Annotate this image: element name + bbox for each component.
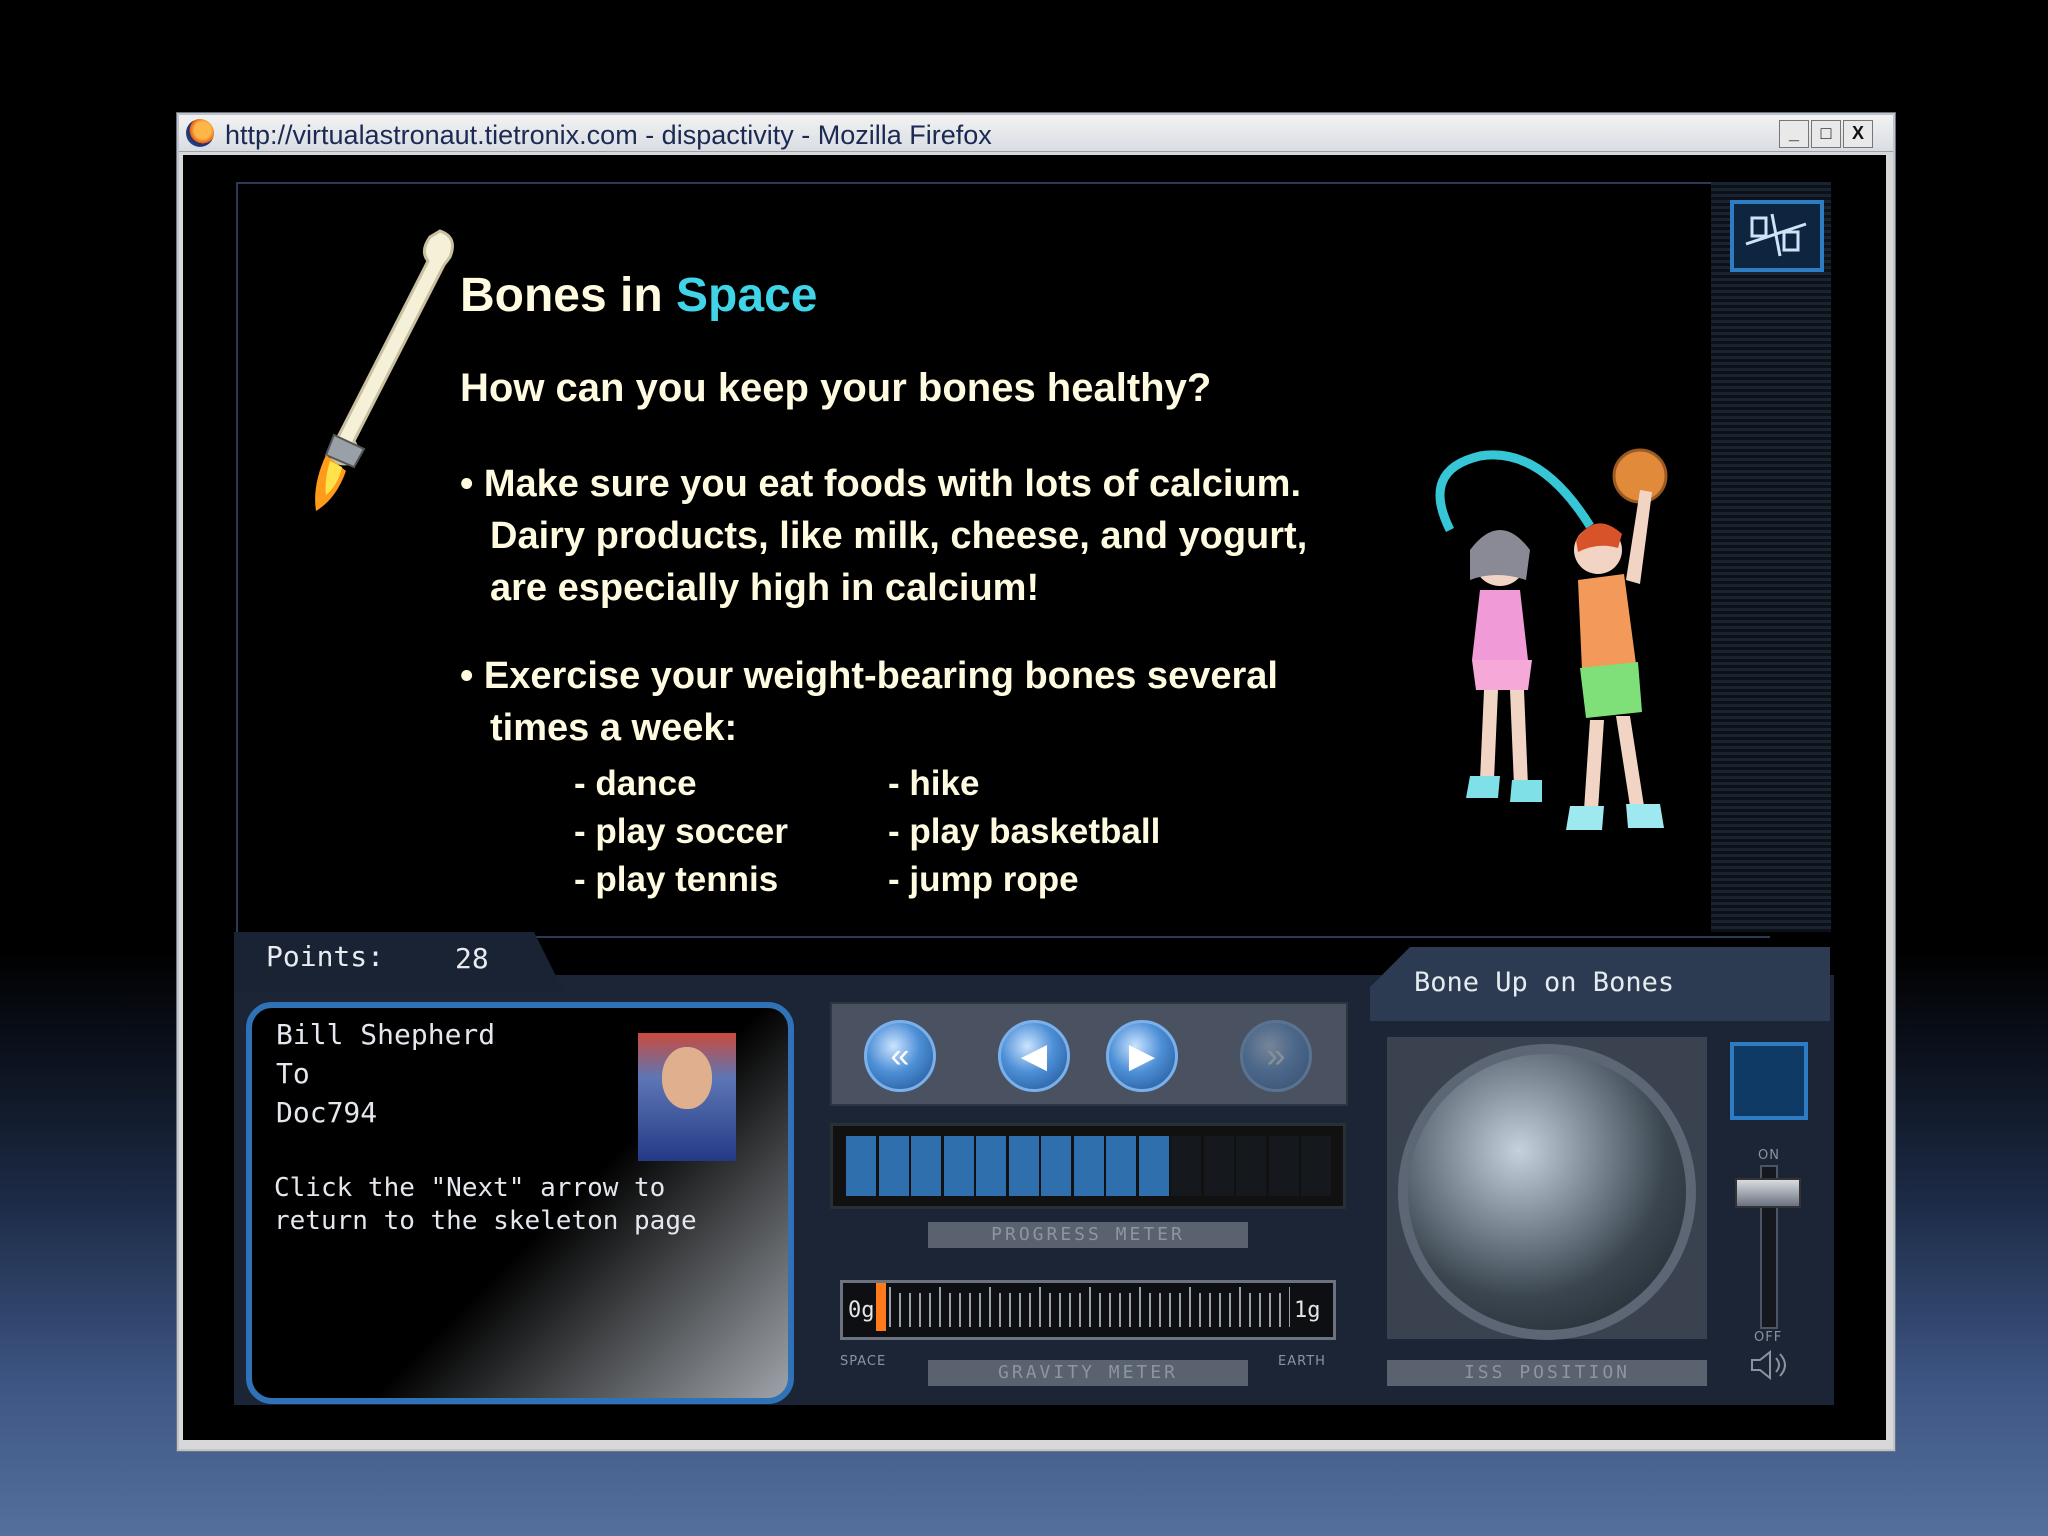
activity-item: - play soccer — [574, 812, 788, 851]
side-rail — [1711, 182, 1831, 932]
gravity-min: 0g — [848, 1298, 875, 1323]
kids-exercising-icon — [1435, 448, 1668, 830]
message-recipient: Doc794 — [276, 1096, 378, 1129]
progress-segment — [976, 1136, 1006, 1196]
iss-position-label: ISS POSITION — [1387, 1360, 1707, 1386]
close-button[interactable]: X — [1843, 120, 1873, 148]
progress-segment — [1171, 1136, 1201, 1196]
first-page-button[interactable]: « — [864, 1020, 936, 1092]
activity-item: - play tennis — [574, 860, 779, 899]
calcium-bullet: • Make sure you eat foods with lots of c… — [460, 458, 1420, 614]
progress-segment — [1106, 1136, 1136, 1196]
bullet-line: Dairy products, like milk, cheese, and y… — [490, 515, 1308, 557]
gravity-max: 1g — [1294, 1298, 1321, 1323]
bullet-line: are especially high in calcium! — [490, 567, 1040, 609]
progress-segment — [878, 1136, 909, 1196]
activity-item: - hike — [888, 764, 980, 803]
activity-item: - play basketball — [888, 812, 1161, 851]
progress-segment — [1073, 1136, 1104, 1196]
progress-segment — [1268, 1136, 1299, 1196]
message-from: Bill Shepherd — [276, 1018, 496, 1051]
maximize-button[interactable]: □ — [1811, 120, 1841, 148]
bullet-line: times a week: — [490, 707, 738, 749]
station-icon[interactable] — [1730, 200, 1824, 272]
volume-off-label: OFF — [1754, 1330, 1783, 1345]
minimize-button[interactable]: _ — [1779, 120, 1809, 148]
gravity-ticks — [889, 1287, 1290, 1327]
exercise-bullet: • Exercise your weight-bearing bones sev… — [460, 650, 1420, 754]
message-line: Click the "Next" arrow to — [274, 1173, 666, 1203]
bone-rocket-icon — [315, 229, 454, 511]
progress-segment — [846, 1136, 876, 1196]
module-title: Bone Up on Bones — [1414, 967, 1675, 998]
message-line: return to the skeleton page — [274, 1206, 697, 1236]
bullet-line: • Make sure you eat foods with lots of c… — [460, 463, 1302, 505]
progress-segment — [943, 1136, 974, 1196]
window-title: http://virtualastronaut.tietronix.com - … — [225, 120, 992, 150]
progress-segment — [1301, 1136, 1331, 1196]
page-title: Bones in Space — [460, 268, 817, 323]
title-text: Bones in — [460, 269, 663, 322]
activity-item: - jump rope — [888, 860, 1079, 899]
title-accent-text: Space — [676, 269, 818, 322]
title-bar: http://virtualastronaut.tietronix.com - … — [179, 115, 1893, 152]
progress-segment — [1041, 1136, 1071, 1196]
next-button[interactable]: ▶ — [1106, 1020, 1178, 1092]
progress-meter-label: PROGRESS METER — [928, 1222, 1248, 1248]
progress-segment — [911, 1136, 941, 1196]
message-header: Bill Shepherd To Doc794 — [276, 1015, 495, 1132]
earth-caption: EARTH — [1278, 1354, 1326, 1369]
previous-button[interactable]: ◀ — [998, 1020, 1070, 1092]
space-caption: SPACE — [840, 1354, 887, 1369]
lesson-question: How can you keep your bones healthy? — [460, 366, 1212, 410]
message-to-label: To — [276, 1057, 310, 1090]
astronaut-avatar — [638, 1033, 736, 1161]
progress-segment — [1203, 1136, 1234, 1196]
points-value: 28 — [455, 942, 489, 975]
speaker-icon[interactable] — [1748, 1350, 1788, 1380]
points-label: Points: — [266, 940, 385, 973]
volume-on-label: ON — [1758, 1148, 1780, 1163]
gravity-meter-label: GRAVITY METER — [928, 1360, 1248, 1386]
firefox-icon — [186, 119, 214, 147]
progress-segment — [1008, 1136, 1039, 1196]
map-toggle-button[interactable] — [1730, 1042, 1808, 1120]
volume-slider-knob[interactable] — [1735, 1178, 1801, 1208]
last-page-button[interactable]: » — [1240, 1020, 1312, 1092]
earth-globe — [1398, 1044, 1696, 1340]
gravity-indicator — [876, 1283, 886, 1331]
bullet-line: • Exercise your weight-bearing bones sev… — [460, 655, 1278, 697]
activity-item: - dance — [574, 764, 697, 803]
message-body: Click the "Next" arrow to return to the … — [274, 1172, 697, 1238]
progress-segment — [1138, 1136, 1169, 1196]
progress-segment — [1236, 1136, 1266, 1196]
